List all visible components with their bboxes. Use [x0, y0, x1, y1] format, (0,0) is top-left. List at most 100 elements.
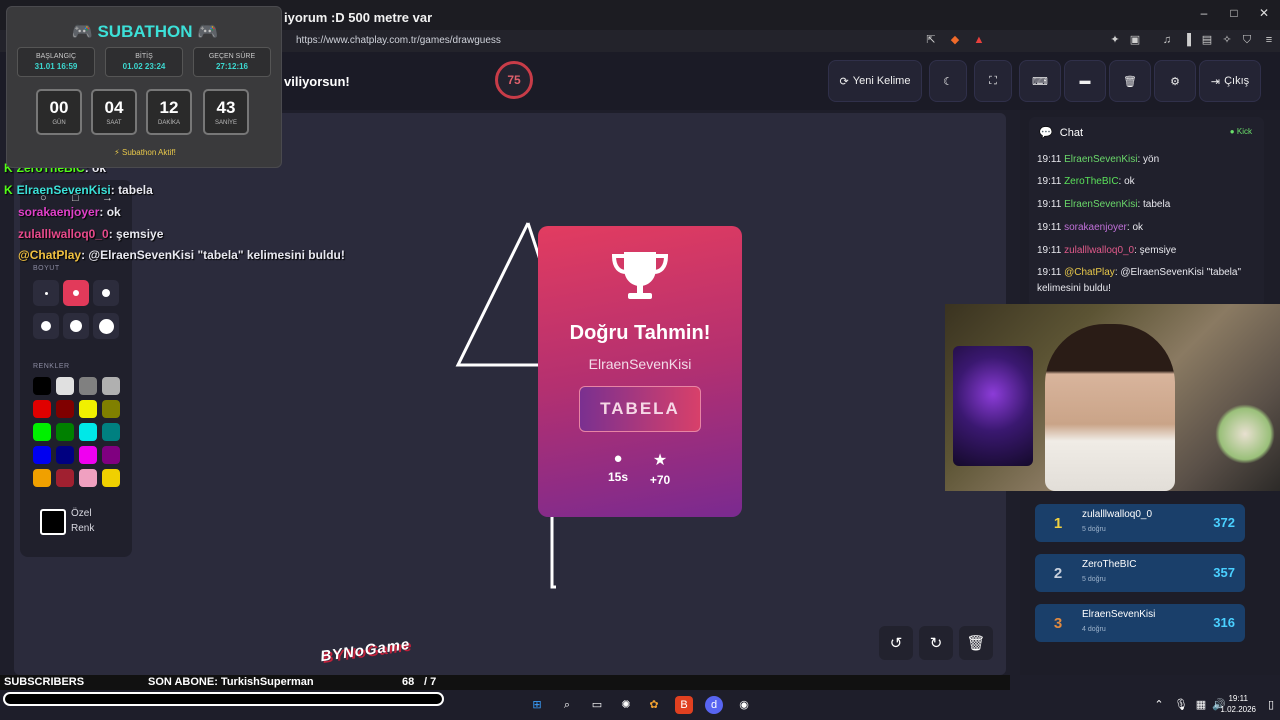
keyboard-icon: ⌨ [1032, 75, 1048, 88]
chat-user[interactable]: ElraenSevenKisi [1064, 154, 1137, 165]
color-swatch[interactable] [56, 400, 74, 418]
header-status-text: viliyorsun! [284, 74, 350, 89]
rewards-icon[interactable]: ▲ [972, 33, 986, 47]
settings-button[interactable]: ⚙ [1154, 60, 1196, 102]
color-swatch[interactable] [102, 469, 120, 487]
extensions-icon[interactable]: ✦ [1108, 33, 1122, 47]
color-swatch[interactable] [79, 469, 97, 487]
chat-time: 19:11 [1037, 222, 1062, 233]
chat-user[interactable]: @ChatPlay [1064, 267, 1115, 278]
leaderboard-row: 3 ElraenSevenKisi 4 doğru 316 [1035, 604, 1245, 642]
media-icon[interactable]: ♫ [1160, 33, 1174, 47]
leaderboard-rank: 1 [1053, 515, 1063, 532]
color-swatch[interactable] [33, 423, 51, 441]
time-stat-value: 15s [607, 470, 629, 484]
brush-size-m[interactable] [93, 280, 119, 306]
windows-start-icon[interactable]: ⊞ [528, 696, 546, 714]
color-swatch[interactable] [102, 446, 120, 464]
brush-size-s[interactable] [63, 280, 89, 306]
brave-shield-icon[interactable]: ◆ [948, 33, 962, 47]
chat-source-label: Kick [1236, 127, 1252, 136]
leaderboard-row: 2 ZeroTheBIC 5 doğru 357 [1035, 554, 1245, 592]
color-swatch[interactable] [56, 446, 74, 464]
countdown-unit: SANİYE [214, 120, 237, 126]
overlay-chat-user: ElraenSevenKisi [16, 183, 111, 197]
chatgpt-icon[interactable]: ✺ [617, 696, 635, 714]
brush-size-l[interactable] [33, 313, 59, 339]
color-swatch[interactable] [56, 377, 74, 395]
leaderboard-correct-count: 5 doğru [1082, 526, 1106, 533]
task-view-icon[interactable]: ▭ [588, 696, 606, 714]
custom-color-swatch[interactable] [40, 509, 66, 535]
share-icon[interactable]: ⇱ [924, 33, 938, 47]
leaderboard-rank: 2 [1053, 565, 1063, 582]
url-text[interactable]: https://www.chatplay.com.tr/games/drawgu… [296, 35, 501, 46]
chat-user[interactable]: zulalllwalloq0_0 [1064, 245, 1134, 256]
maximize-button[interactable]: □ [1224, 6, 1244, 20]
color-swatch[interactable] [79, 400, 97, 418]
overlay-chat-user: zulalllwalloq0_0 [18, 227, 109, 241]
clock-icon: ● [613, 450, 623, 467]
delete-button[interactable]: 🗑 [1109, 60, 1151, 102]
brave-icon[interactable]: B [675, 696, 693, 714]
leo-icon[interactable]: ✧ [1220, 33, 1234, 47]
star-icon: ★ [652, 452, 668, 469]
color-swatch[interactable] [102, 400, 120, 418]
minimize-button[interactable]: – [1194, 6, 1214, 20]
clear-canvas-button[interactable]: 🗑 [959, 626, 993, 660]
discord-icon[interactable]: d [705, 696, 723, 714]
vpn-icon[interactable]: ⛉ [1240, 33, 1254, 47]
redo-button[interactable]: ↻ [919, 626, 953, 660]
overlay-chat-text: : şemsiye [108, 227, 164, 241]
search-icon[interactable]: ⌕ [558, 696, 576, 714]
archive-button[interactable]: ▬ [1064, 60, 1106, 102]
card-title: Doğru Tahmin! [569, 322, 711, 344]
color-swatch[interactable] [102, 377, 120, 395]
color-swatch[interactable] [33, 446, 51, 464]
color-swatch[interactable] [102, 423, 120, 441]
menu-icon[interactable]: ≡ [1262, 33, 1276, 47]
color-swatch[interactable] [79, 446, 97, 464]
taskbar-clock[interactable]: 19:11 1.02.2026 [1220, 693, 1256, 715]
chat-user[interactable]: ElraenSevenKisi [1064, 199, 1137, 210]
tray-chevron-icon[interactable]: ⌃ [1150, 696, 1168, 714]
obs-icon[interactable]: ◉ [735, 696, 753, 714]
custom-color-label-2: Renk [71, 523, 95, 534]
countdown-unit: DAKİKA [157, 120, 180, 126]
expand-icon: ⛶ [989, 74, 997, 87]
network-icon[interactable]: ▦ [1192, 696, 1210, 714]
last-subscriber: SON ABONE: TurkishSuperman [148, 676, 314, 688]
color-swatch[interactable] [56, 423, 74, 441]
exit-button[interactable]: ⇥ Çıkış [1199, 60, 1261, 102]
brush-size-xl[interactable] [63, 313, 89, 339]
colors-section-label: RENKLER [33, 363, 70, 370]
elapsed-box: GEÇEN SÜRE 27:12:16 [193, 47, 271, 77]
brush-size-xs[interactable] [33, 280, 59, 306]
color-swatch[interactable] [56, 469, 74, 487]
color-swatch[interactable] [33, 377, 51, 395]
microphone-icon[interactable]: 🎙 [1172, 696, 1190, 714]
fullscreen-button[interactable]: ⛶ [974, 60, 1012, 102]
subathon-widget: 🎮 SUBATHON 🎮 BAŞLANGIÇ 31.01 16:59 BİTİŞ… [6, 6, 282, 168]
sidebar-icon[interactable]: ▐ [1180, 33, 1194, 47]
chat-user[interactable]: ZeroTheBIC [1064, 176, 1118, 187]
chat-user[interactable]: sorakaenjoyer [1064, 222, 1127, 233]
leaderboard-score: 372 [1213, 515, 1235, 530]
subathon-status-text: Subathon Aktif! [122, 148, 176, 157]
color-swatch[interactable] [33, 469, 51, 487]
theme-toggle-button[interactable]: ☾ [929, 60, 967, 102]
wallet-icon[interactable]: ▤ [1200, 33, 1214, 47]
app-icon[interactable]: ✿ [645, 696, 663, 714]
color-swatch[interactable] [79, 423, 97, 441]
end-value: 01.02 23:24 [122, 62, 166, 71]
start-value: 31.01 16:59 [34, 62, 78, 71]
close-window-button[interactable]: ✕ [1254, 6, 1274, 20]
undo-button[interactable]: ↺ [879, 626, 913, 660]
notification-icon[interactable]: ▯ [1262, 696, 1280, 714]
screenshot-icon[interactable]: ▣ [1128, 33, 1142, 47]
brush-size-xxl[interactable] [93, 313, 119, 339]
keyboard-button[interactable]: ⌨ [1019, 60, 1061, 102]
color-swatch[interactable] [33, 400, 51, 418]
color-swatch[interactable] [79, 377, 97, 395]
new-word-button[interactable]: ⟳ Yeni Kelime [828, 60, 922, 102]
